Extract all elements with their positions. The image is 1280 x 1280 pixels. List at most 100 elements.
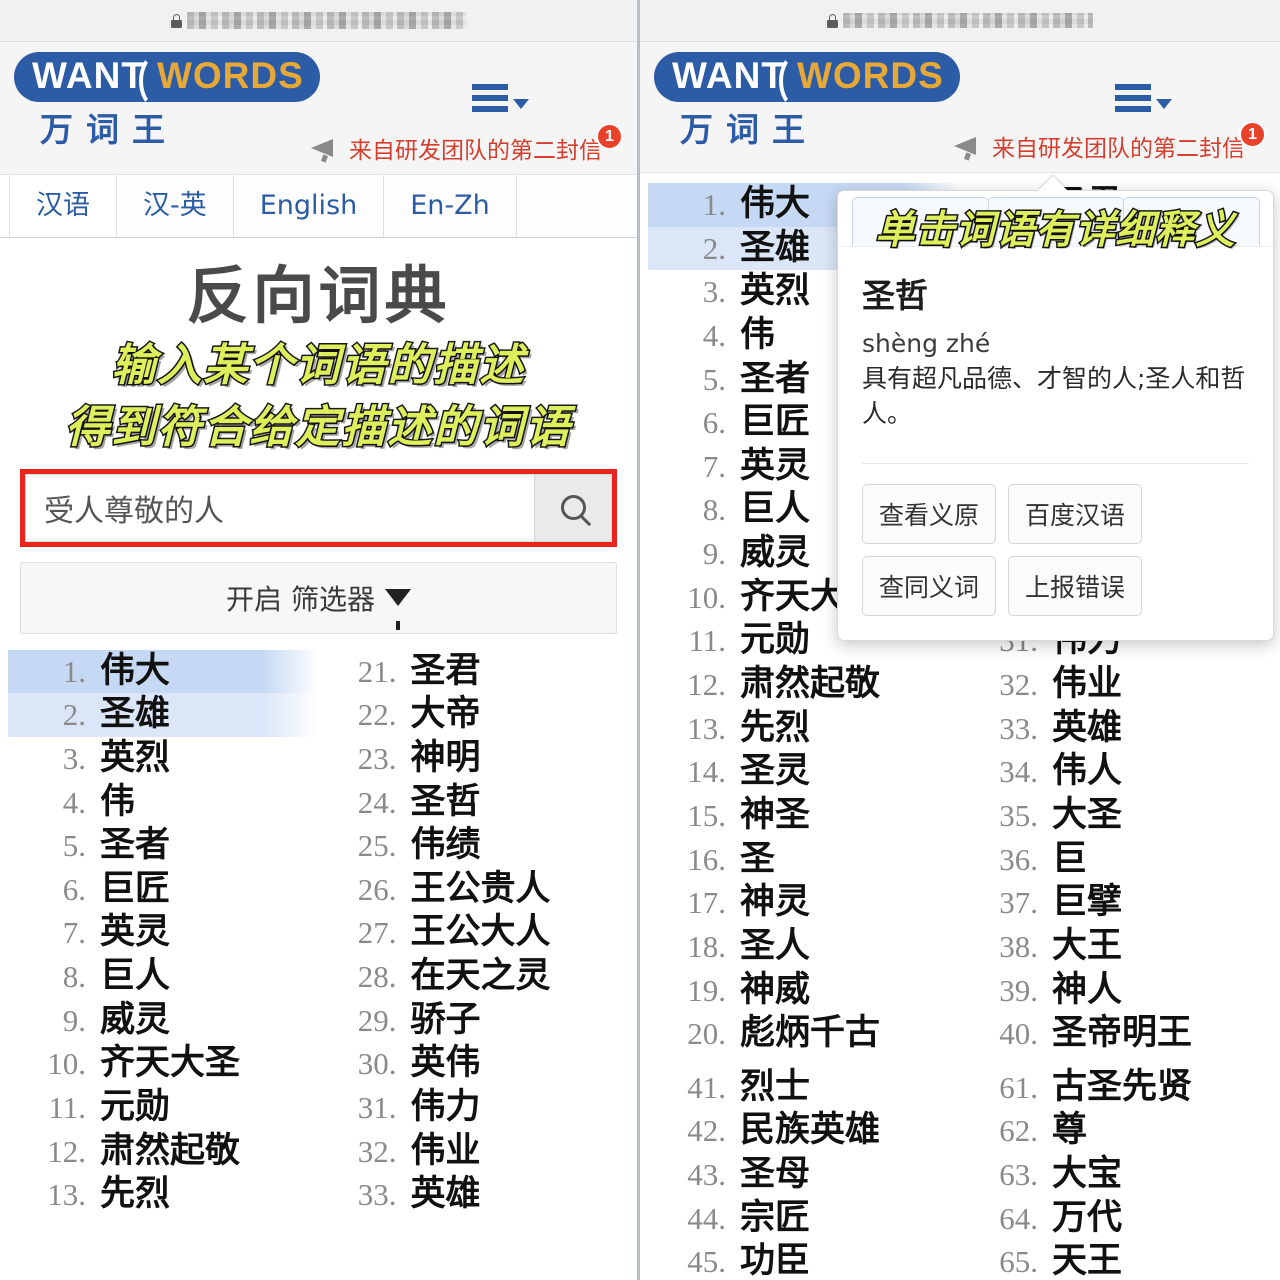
word-list-item[interactable]: 30. 英伟 [319,1042,630,1086]
browser-url-bar[interactable] [0,0,637,42]
word-text[interactable]: 圣灵 [740,751,810,793]
word-text[interactable]: 圣君 [411,651,481,693]
word-text[interactable]: 圣雄 [740,228,810,270]
word-list-item[interactable]: 9. 威灵 [8,999,319,1043]
word-text[interactable]: 元勋 [100,1087,170,1129]
word-text[interactable]: 大王 [1052,926,1122,968]
word-list-item[interactable]: 38. 大王 [960,925,1272,969]
word-list-item[interactable]: 8. 巨人 [8,955,319,999]
report-error-button[interactable]: 上报错误 [1008,556,1143,616]
word-list-item[interactable]: 32. 伟业 [960,663,1272,707]
word-text[interactable]: 威灵 [100,1000,170,1042]
word-list-item[interactable]: 64. 万代 [960,1197,1272,1241]
search-button[interactable] [534,473,612,542]
word-list-item[interactable]: 15. 神圣 [648,794,960,838]
word-list-item[interactable]: 33. 英雄 [319,1173,630,1217]
word-text[interactable]: 伟 [100,782,135,824]
word-text[interactable]: 宗匠 [740,1198,810,1240]
word-list-item[interactable]: 7. 英灵 [8,911,319,955]
word-text[interactable]: 大宝 [1052,1154,1122,1196]
word-list-item[interactable]: 13. 先烈 [648,707,960,751]
word-text[interactable]: 彪炳千古 [740,1013,880,1055]
word-text[interactable]: 功臣 [740,1241,810,1280]
word-text[interactable]: 天王 [1052,1241,1122,1280]
word-list-item[interactable]: 29. 骄子 [319,999,630,1043]
word-list-item[interactable]: 34. 伟人 [960,750,1272,794]
search-input[interactable] [25,473,534,542]
word-list-item[interactable]: 5. 圣者 [8,824,319,868]
word-list-item[interactable]: 36. 巨 [960,838,1272,882]
word-text[interactable]: 英灵 [740,446,810,488]
word-text[interactable]: 圣 [740,839,775,881]
site-logo[interactable]: WANT WORDS 万词王 [14,52,320,151]
word-text[interactable]: 神灵 [740,882,810,924]
word-list-item[interactable]: 18. 圣人 [648,925,960,969]
word-text[interactable]: 巨 [1052,839,1087,881]
word-text[interactable]: 圣帝明王 [1052,1013,1192,1055]
word-list-item[interactable]: 40. 圣帝明王 [960,1012,1272,1056]
word-list-item[interactable]: 28. 在天之灵 [319,955,630,999]
word-text[interactable]: 万代 [1052,1198,1122,1240]
word-list-item[interactable]: 16. 圣 [648,838,960,882]
word-text[interactable]: 尊 [1052,1110,1087,1152]
word-text[interactable]: 神人 [1052,970,1122,1012]
browser-url-bar-right[interactable] [640,0,1280,42]
word-list-item[interactable]: 37. 巨擘 [960,881,1272,925]
view-sememe-button[interactable]: 查看义原 [862,484,997,544]
word-list-item[interactable]: 32. 伟业 [319,1130,630,1174]
word-list-item[interactable]: 23. 神明 [319,737,630,781]
word-text[interactable]: 王公贵人 [411,869,551,911]
word-list-item[interactable]: 44. 宗匠 [648,1197,960,1241]
word-list-item[interactable]: 31. 伟力 [319,1086,630,1130]
word-text[interactable]: 英雄 [1052,708,1122,750]
word-list-item[interactable]: 12. 肃然起敬 [648,663,960,707]
word-list-item[interactable]: 27. 王公大人 [319,911,630,955]
word-list-item[interactable]: 62. 尊 [960,1109,1272,1153]
word-list-item[interactable]: 39. 神人 [960,969,1272,1013]
word-list-item[interactable]: 6. 巨匠 [8,868,319,912]
word-text[interactable]: 英灵 [100,912,170,954]
word-text[interactable]: 肃然起敬 [740,664,880,706]
word-text[interactable]: 大圣 [1052,795,1122,837]
word-text[interactable]: 英伟 [411,1043,481,1085]
word-text[interactable]: 巨人 [740,489,810,531]
word-text[interactable]: 先烈 [100,1174,170,1216]
word-text[interactable]: 骄子 [411,1000,481,1042]
word-text[interactable]: 齐天大圣 [100,1043,240,1085]
word-text[interactable]: 巨擘 [1052,882,1122,924]
word-list-item[interactable]: 4. 伟 [8,781,319,825]
word-text[interactable]: 巨人 [100,956,170,998]
tab-en-zh[interactable]: En-Zh [383,175,517,237]
word-text[interactable]: 先烈 [740,708,810,750]
word-list-item[interactable]: 26. 王公贵人 [319,868,630,912]
site-logo[interactable]: WANT WORDS 万词王 [654,52,960,151]
word-text[interactable]: 英烈 [100,738,170,780]
word-list-item[interactable]: 45. 功臣 [648,1240,960,1280]
word-text[interactable]: 伟力 [411,1087,481,1129]
word-list-item[interactable]: 1. 伟大 [8,649,319,694]
word-text[interactable]: 肃然起敬 [100,1131,240,1173]
hamburger-menu-icon[interactable] [472,84,529,112]
word-list-item[interactable]: 42. 民族英雄 [648,1109,960,1153]
word-list-item[interactable]: 10. 齐天大圣 [8,1042,319,1086]
word-list-item[interactable]: 24. 圣哲 [319,781,630,825]
word-text[interactable]: 圣人 [740,926,810,968]
word-text[interactable]: 大帝 [411,694,481,736]
word-text[interactable]: 英雄 [411,1174,481,1216]
word-text[interactable]: 圣哲 [411,782,481,824]
popup-tab-3[interactable] [1123,197,1261,246]
announcement-link[interactable]: 来自研发团队的第二封信 1 [952,121,1266,170]
word-list-item[interactable]: 43. 圣母 [648,1153,960,1197]
word-list-item[interactable]: 19. 神威 [648,969,960,1013]
word-list-item[interactable]: 17. 神灵 [648,881,960,925]
word-text[interactable]: 英烈 [740,271,810,313]
word-list-item[interactable]: 11. 元勋 [8,1086,319,1130]
word-text[interactable]: 圣者 [740,359,810,401]
word-text[interactable]: 伟业 [411,1131,481,1173]
word-text[interactable]: 古圣先贤 [1052,1067,1192,1109]
word-list-item[interactable]: 35. 大圣 [960,794,1272,838]
word-text[interactable]: 神威 [740,970,810,1012]
word-list-item[interactable]: 2. 圣雄 [8,693,319,737]
word-text[interactable]: 伟业 [1052,664,1122,706]
word-text[interactable]: 烈士 [740,1067,810,1109]
